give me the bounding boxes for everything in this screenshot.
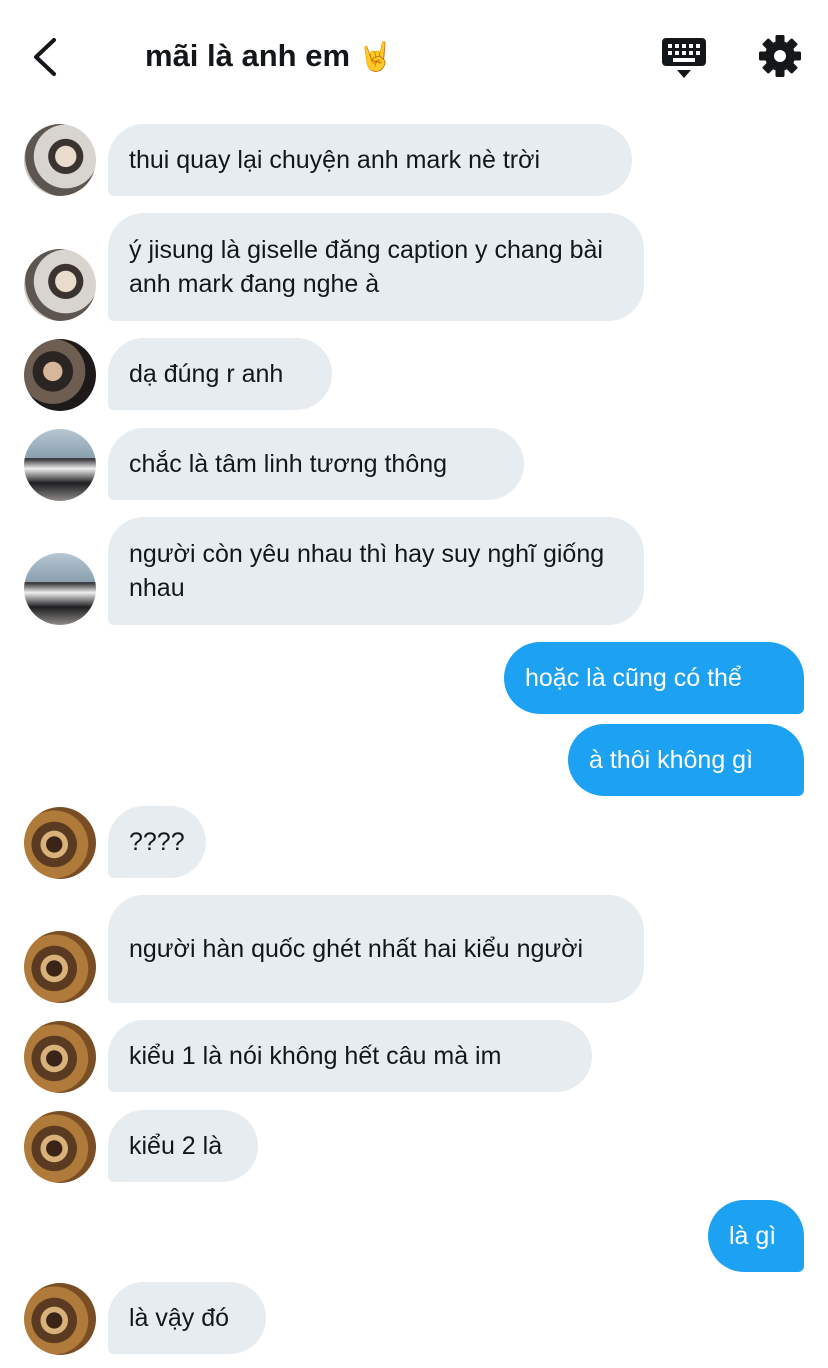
keyboard-button[interactable] [660, 36, 708, 80]
message-bubble[interactable]: kiểu 2 là [108, 1110, 258, 1182]
keyboard-icon [662, 38, 706, 78]
back-arrow-icon [34, 38, 56, 76]
message-bubble-sent[interactable]: à thôi không gì [568, 724, 804, 796]
message-bubble[interactable]: chắc là tâm linh tương thông [108, 428, 524, 500]
avatar[interactable] [24, 124, 96, 196]
message-bubble[interactable]: ý jisung là giselle đăng caption y chang… [108, 213, 644, 321]
message-bubble-sent[interactable]: hoặc là cũng có thể [504, 642, 804, 714]
message-bubble[interactable]: là vậy đó [108, 1282, 266, 1354]
avatar[interactable] [24, 339, 96, 411]
avatar[interactable] [24, 1021, 96, 1093]
message-bubble[interactable]: ???? [108, 806, 206, 878]
message-bubble[interactable]: dạ đúng r anh [108, 338, 332, 410]
avatar[interactable] [24, 931, 96, 1003]
message-bubble[interactable]: kiểu 1 là nói không hết câu mà im [108, 1020, 592, 1092]
avatar[interactable] [24, 553, 96, 625]
message-bubble-sent[interactable]: là gì [708, 1200, 804, 1272]
message-bubble[interactable]: người hàn quốc ghét nhất hai kiểu người [108, 895, 644, 1003]
settings-button[interactable] [758, 34, 802, 78]
avatar[interactable] [24, 1111, 96, 1183]
avatar[interactable] [24, 429, 96, 501]
avatar[interactable] [24, 249, 96, 321]
gear-icon [759, 35, 801, 77]
avatar[interactable] [24, 1283, 96, 1355]
back-button[interactable] [26, 34, 66, 80]
message-bubble[interactable]: thui quay lại chuyện anh mark nè trời [108, 124, 632, 196]
conversation-title: mãi là anh em 🤘 [145, 38, 393, 74]
conversation-header: mãi là anh em 🤘 [0, 0, 828, 112]
conversation-title-text: mãi là anh em [145, 38, 351, 73]
rock-hand-emoji: 🤘 [358, 39, 393, 73]
message-bubble[interactable]: người còn yêu nhau thì hay suy nghĩ giốn… [108, 517, 644, 625]
avatar[interactable] [24, 807, 96, 879]
